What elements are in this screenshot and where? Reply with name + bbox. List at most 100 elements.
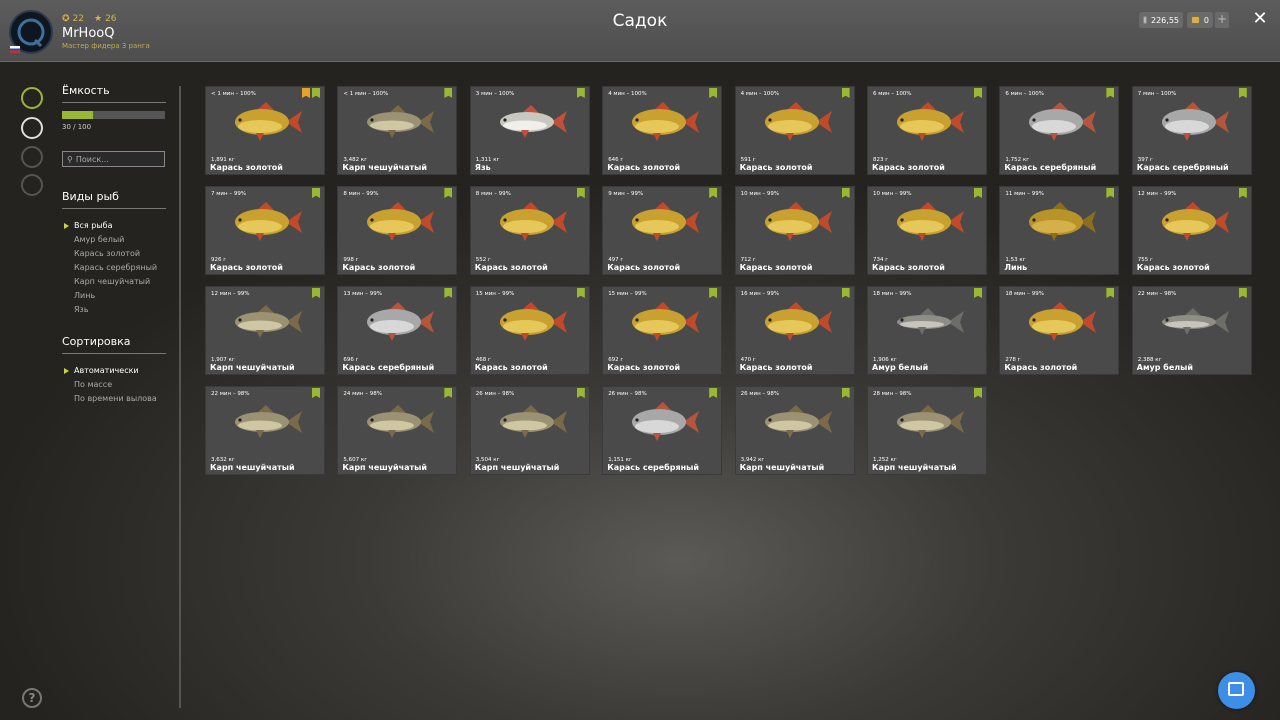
fish-card[interactable]: 22 мин – 98% 3,632 кг Карп чешуйчатый [205,386,325,475]
fish-name: Карась золотой [342,263,416,272]
bookmark-icon[interactable] [576,88,585,98]
bookmark-icon[interactable] [1238,88,1247,98]
fish-card[interactable]: 16 мин – 99% 470 г Карась золотой [734,286,855,375]
bookmark-icon[interactable] [576,288,585,298]
rod-icon[interactable] [21,146,43,168]
list-item[interactable]: Автоматически [62,364,166,378]
fish-card[interactable]: 12 мин – 99% 1,907 кг Карп чешуйчатый [205,286,325,375]
list-item[interactable]: По времени вылова [62,392,166,406]
fish-card[interactable]: 15 мин – 99% 468 г Карась золотой [469,286,590,375]
fish-card[interactable]: 10 мин – 99% 734 г Карась золотой [867,186,987,275]
bookmark-icon[interactable] [444,188,453,198]
fish-card[interactable]: 11 мин – 99% 1,53 кг Линь [999,186,1120,275]
home-icon[interactable] [21,174,43,196]
fish-card[interactable]: 13 мин – 99% 696 г Карась серебряный [337,286,458,375]
bookmark-icon[interactable] [576,188,585,198]
fish-name: Карась серебряный [1004,163,1097,172]
silver-balance[interactable]: 226,55 [1139,12,1183,28]
fish-name: Карась серебряный [607,463,699,472]
list-item[interactable]: По массе [62,378,166,392]
fish-card[interactable]: 6 мин – 100% 823 г Карась золотой [867,86,987,175]
fish-card[interactable]: 18 мин – 99% 278 г Карась золотой [999,286,1120,375]
fish-name: Карась золотой [474,263,548,272]
bookmark-icon[interactable] [1106,288,1115,298]
catch-time: 8 мин – 99% [343,191,379,197]
bookmark-icon[interactable] [312,88,320,98]
star-marker-icon [302,88,310,98]
bookmark-icon[interactable] [974,288,982,298]
bookmark-icon[interactable] [974,188,982,198]
fish-card[interactable]: 8 мин – 99% 552 г Карась золотой [469,186,590,275]
close-button[interactable]: ✕ [1250,9,1270,29]
catch-time: 24 мин – 98% [343,391,382,397]
add-currency-button[interactable]: + [1215,12,1229,28]
fish-card[interactable]: 7 мин – 99% 926 г Карась золотой [205,186,325,275]
fish-card[interactable]: 4 мин – 100% 591 г Карась золотой [734,86,855,175]
bookmark-icon[interactable] [1238,288,1247,298]
fish-image [632,302,700,341]
list-item[interactable]: Карась серебряный [62,261,166,275]
divider [179,86,181,708]
bookmark-icon[interactable] [444,288,453,298]
fish-card[interactable]: < 1 мин – 100% 3,482 кг Карп чешуйчатый [337,86,458,175]
bookmark-icon[interactable] [841,388,850,398]
list-item[interactable]: Язь [62,303,166,317]
gold-balance[interactable]: 0 [1187,12,1213,28]
catch-time: 12 мин – 99% [211,291,250,297]
bookmark-icon[interactable] [312,288,320,298]
fish-image [367,105,435,138]
capacity-title: Ёмкость [62,84,166,103]
catch-time: 13 мин – 99% [343,291,382,297]
fish-image [367,202,435,241]
list-item[interactable]: Вся рыба [62,219,166,233]
fish-card[interactable]: 26 мин – 98% 3,504 кг Карп чешуйчатый [469,386,590,475]
fish-card[interactable]: 18 мин – 99% 1,906 кг Амур белый [867,286,987,375]
fish-card[interactable]: 4 мин – 100% 646 г Карась золотой [602,86,723,175]
bookmark-icon[interactable] [709,188,718,198]
bookmark-icon[interactable] [312,188,320,198]
fish-card[interactable]: 7 мин – 100% 397 г Карась серебряный [1131,86,1252,175]
list-item[interactable]: Карась золотой [62,247,166,261]
fish-card[interactable]: 26 мин – 98% 3,942 кг Карп чешуйчатый [734,386,855,475]
catch-time: 11 мин – 99% [1005,191,1044,197]
bookmark-icon[interactable] [576,388,585,398]
fish-name: Карась золотой [474,363,548,372]
bookmark-icon[interactable] [1106,188,1115,198]
bookmark-icon[interactable] [312,388,320,398]
bookmark-icon[interactable] [841,188,850,198]
cursor-mode-button[interactable] [1218,672,1255,709]
keepnet-icon[interactable] [21,117,43,139]
bookmark-icon[interactable] [709,288,718,298]
fish-card[interactable]: 8 мин – 99% 998 г Карась золотой [337,186,458,275]
catch-time: 28 мин – 98% [873,391,912,397]
fish-card[interactable]: 28 мин – 98% 1,252 кг Карп чешуйчатый [867,386,987,475]
fish-card[interactable]: 10 мин – 99% 712 г Карась золотой [734,186,855,275]
fish-card[interactable]: < 1 мин – 100% 1,891 кг Карась золотой [205,86,325,175]
bookmark-icon[interactable] [974,88,982,98]
bookmark-icon[interactable] [841,88,850,98]
bookmark-icon[interactable] [1238,188,1247,198]
fish-card[interactable]: 15 мин – 99% 692 г Карась золотой [602,286,723,375]
list-item[interactable]: Амур белый [62,233,166,247]
list-item[interactable]: Карп чешуйчатый [62,275,166,289]
bookmark-icon[interactable] [974,388,982,398]
fish-card[interactable]: 9 мин – 99% 497 г Карась золотой [602,186,723,275]
fish-card[interactable]: 24 мин – 98% 5,607 кг Карп чешуйчатый [337,386,458,475]
fish-name: Карась золотой [607,163,681,172]
fish-card[interactable]: 26 мин – 98% 1,151 кг Карась серебряный [602,386,723,475]
bookmark-icon[interactable] [444,388,453,398]
fish-card[interactable]: 22 мин – 98% 2,388 кг Амур белый [1131,286,1252,375]
help-icon[interactable]: ? [22,688,42,708]
bookmark-icon[interactable] [709,388,718,398]
bookmark-icon[interactable] [841,288,850,298]
search-input[interactable]: ⚲ Поиск... [62,151,165,167]
fish-card[interactable]: 3 мин – 100% 1,311 кг Язь [469,86,590,175]
fish-card[interactable]: 12 мин – 99% 755 г Карась золотой [1131,186,1252,275]
list-item[interactable]: Линь [62,289,166,303]
fish-icon[interactable] [21,87,43,109]
bookmark-icon[interactable] [709,88,718,98]
fish-name: Карп чешуйчатый [739,463,825,472]
bookmark-icon[interactable] [444,88,453,98]
bookmark-icon[interactable] [1106,88,1115,98]
fish-card[interactable]: 6 мин – 100% 1,752 кг Карась серебряный [999,86,1120,175]
